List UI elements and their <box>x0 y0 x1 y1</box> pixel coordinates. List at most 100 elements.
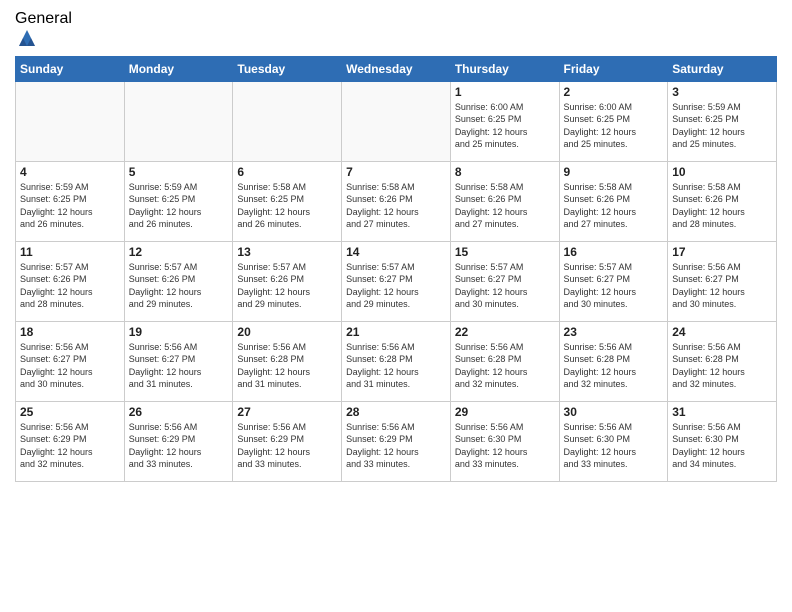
day-info: Sunrise: 5:58 AM Sunset: 6:26 PM Dayligh… <box>672 181 772 231</box>
calendar-day-cell: 12 Sunrise: 5:57 AM Sunset: 6:26 PM Dayli… <box>124 241 233 321</box>
calendar-day-cell: 9 Sunrise: 5:58 AM Sunset: 6:26 PM Daylig… <box>559 161 668 241</box>
day-info: Sunrise: 5:57 AM Sunset: 6:26 PM Dayligh… <box>129 261 229 311</box>
calendar-day-cell: 31 Sunrise: 5:56 AM Sunset: 6:30 PM Dayli… <box>668 401 777 481</box>
day-info: Sunrise: 5:59 AM Sunset: 6:25 PM Dayligh… <box>129 181 229 231</box>
day-number: 19 <box>129 325 229 339</box>
logo: General <box>15 10 72 48</box>
calendar-day-cell <box>342 81 451 161</box>
weekday-header: Thursday <box>450 56 559 81</box>
calendar-day-cell: 13Sunrise: 5:57 AM Sunset: 6:26 PM Dayli… <box>233 241 342 321</box>
day-number: 24 <box>672 325 772 339</box>
day-number: 30 <box>564 405 664 419</box>
day-info: Sunrise: 5:56 AM Sunset: 6:28 PM Dayligh… <box>346 341 446 391</box>
page-header: General <box>15 10 777 48</box>
day-number: 12 <box>129 245 229 259</box>
day-number: 10 <box>672 165 772 179</box>
weekday-header: Saturday <box>668 56 777 81</box>
calendar-day-cell <box>124 81 233 161</box>
calendar-day-cell: 20Sunrise: 5:56 AM Sunset: 6:28 PM Dayli… <box>233 321 342 401</box>
calendar-day-cell: 17Sunrise: 5:56 AM Sunset: 6:27 PM Dayli… <box>668 241 777 321</box>
day-number: 15 <box>455 245 555 259</box>
day-info: Sunrise: 5:56 AM Sunset: 6:30 PM Dayligh… <box>564 421 664 471</box>
day-info: Sunrise: 5:56 AM Sunset: 6:29 PM Dayligh… <box>237 421 337 471</box>
calendar-day-cell: 15 Sunrise: 5:57 AM Sunset: 6:27 PM Dayli… <box>450 241 559 321</box>
calendar-day-cell: 4Sunrise: 5:59 AM Sunset: 6:25 PM Daylig… <box>16 161 125 241</box>
day-number: 22 <box>455 325 555 339</box>
day-info: Sunrise: 5:59 AM Sunset: 6:25 PM Dayligh… <box>672 101 772 151</box>
calendar-day-cell: 5Sunrise: 5:59 AM Sunset: 6:25 PM Daylig… <box>124 161 233 241</box>
calendar-day-cell: 3 Sunrise: 5:59 AM Sunset: 6:25 PM Daylig… <box>668 81 777 161</box>
day-number: 8 <box>455 165 555 179</box>
calendar-week-row: 4Sunrise: 5:59 AM Sunset: 6:25 PM Daylig… <box>16 161 777 241</box>
day-info: Sunrise: 5:57 AM Sunset: 6:27 PM Dayligh… <box>564 261 664 311</box>
weekday-header: Monday <box>124 56 233 81</box>
calendar-day-cell: 26 Sunrise: 5:56 AM Sunset: 6:29 PM Dayli… <box>124 401 233 481</box>
calendar-day-cell: 6Sunrise: 5:58 AM Sunset: 6:25 PM Daylig… <box>233 161 342 241</box>
day-number: 23 <box>564 325 664 339</box>
day-number: 25 <box>20 405 120 419</box>
calendar-day-cell: 21 Sunrise: 5:56 AM Sunset: 6:28 PM Dayli… <box>342 321 451 401</box>
calendar-day-cell: 18 Sunrise: 5:56 AM Sunset: 6:27 PM Dayli… <box>16 321 125 401</box>
page-container: General SundayMondayTuesdayWednesdayThur… <box>0 0 792 612</box>
calendar-day-cell: 2Sunrise: 6:00 AM Sunset: 6:25 PM Daylig… <box>559 81 668 161</box>
calendar-week-row: 25 Sunrise: 5:56 AM Sunset: 6:29 PM Dayli… <box>16 401 777 481</box>
day-info: Sunrise: 5:56 AM Sunset: 6:29 PM Dayligh… <box>346 421 446 471</box>
weekday-header: Wednesday <box>342 56 451 81</box>
day-number: 18 <box>20 325 120 339</box>
calendar-table: SundayMondayTuesdayWednesdayThursdayFrid… <box>15 56 777 482</box>
day-info: Sunrise: 5:56 AM Sunset: 6:27 PM Dayligh… <box>20 341 120 391</box>
day-number: 6 <box>237 165 337 179</box>
calendar-day-cell <box>233 81 342 161</box>
day-number: 21 <box>346 325 446 339</box>
day-info: Sunrise: 5:57 AM Sunset: 6:27 PM Dayligh… <box>346 261 446 311</box>
calendar-day-cell: 7Sunrise: 5:58 AM Sunset: 6:26 PM Daylig… <box>342 161 451 241</box>
day-number: 3 <box>672 85 772 99</box>
day-number: 9 <box>564 165 664 179</box>
calendar-day-cell: 22 Sunrise: 5:56 AM Sunset: 6:28 PM Dayli… <box>450 321 559 401</box>
day-number: 27 <box>237 405 337 419</box>
day-number: 14 <box>346 245 446 259</box>
calendar-day-cell: 14 Sunrise: 5:57 AM Sunset: 6:27 PM Dayli… <box>342 241 451 321</box>
day-info: Sunrise: 5:56 AM Sunset: 6:30 PM Dayligh… <box>672 421 772 471</box>
day-number: 16 <box>564 245 664 259</box>
weekday-header: Friday <box>559 56 668 81</box>
day-info: Sunrise: 5:56 AM Sunset: 6:27 PM Dayligh… <box>672 261 772 311</box>
calendar-day-cell: 19 Sunrise: 5:56 AM Sunset: 6:27 PM Dayli… <box>124 321 233 401</box>
calendar-day-cell: 10 Sunrise: 5:58 AM Sunset: 6:26 PM Dayli… <box>668 161 777 241</box>
logo-icon <box>17 28 37 48</box>
calendar-day-cell: 30 Sunrise: 5:56 AM Sunset: 6:30 PM Dayli… <box>559 401 668 481</box>
calendar-day-cell: 28 Sunrise: 5:56 AM Sunset: 6:29 PM Dayli… <box>342 401 451 481</box>
day-info: Sunrise: 6:00 AM Sunset: 6:25 PM Dayligh… <box>455 101 555 151</box>
day-info: Sunrise: 5:56 AM Sunset: 6:29 PM Dayligh… <box>20 421 120 471</box>
calendar-day-cell: 1Sunrise: 6:00 AM Sunset: 6:25 PM Daylig… <box>450 81 559 161</box>
calendar-day-cell: 8 Sunrise: 5:58 AM Sunset: 6:26 PM Daylig… <box>450 161 559 241</box>
calendar-day-cell: 27 Sunrise: 5:56 AM Sunset: 6:29 PM Dayli… <box>233 401 342 481</box>
day-info: Sunrise: 5:57 AM Sunset: 6:26 PM Dayligh… <box>20 261 120 311</box>
day-number: 26 <box>129 405 229 419</box>
calendar-day-cell: 11 Sunrise: 5:57 AM Sunset: 6:26 PM Dayli… <box>16 241 125 321</box>
day-info: Sunrise: 5:57 AM Sunset: 6:26 PM Dayligh… <box>237 261 337 311</box>
calendar-week-row: 1Sunrise: 6:00 AM Sunset: 6:25 PM Daylig… <box>16 81 777 161</box>
day-info: Sunrise: 5:56 AM Sunset: 6:28 PM Dayligh… <box>564 341 664 391</box>
day-info: Sunrise: 5:57 AM Sunset: 6:27 PM Dayligh… <box>455 261 555 311</box>
day-info: Sunrise: 6:00 AM Sunset: 6:25 PM Dayligh… <box>564 101 664 151</box>
logo-text: General <box>15 10 72 48</box>
calendar-day-cell: 24 Sunrise: 5:56 AM Sunset: 6:28 PM Dayli… <box>668 321 777 401</box>
day-number: 28 <box>346 405 446 419</box>
day-number: 7 <box>346 165 446 179</box>
calendar-header-row: SundayMondayTuesdayWednesdayThursdayFrid… <box>16 56 777 81</box>
calendar-day-cell <box>16 81 125 161</box>
calendar-day-cell: 25 Sunrise: 5:56 AM Sunset: 6:29 PM Dayli… <box>16 401 125 481</box>
logo-general: General <box>15 10 72 28</box>
day-info: Sunrise: 5:56 AM Sunset: 6:30 PM Dayligh… <box>455 421 555 471</box>
calendar-day-cell: 29Sunrise: 5:56 AM Sunset: 6:30 PM Dayli… <box>450 401 559 481</box>
day-info: Sunrise: 5:58 AM Sunset: 6:26 PM Dayligh… <box>564 181 664 231</box>
day-info: Sunrise: 5:56 AM Sunset: 6:27 PM Dayligh… <box>129 341 229 391</box>
day-info: Sunrise: 5:56 AM Sunset: 6:28 PM Dayligh… <box>672 341 772 391</box>
day-number: 11 <box>20 245 120 259</box>
day-number: 31 <box>672 405 772 419</box>
weekday-header: Tuesday <box>233 56 342 81</box>
day-info: Sunrise: 5:58 AM Sunset: 6:26 PM Dayligh… <box>455 181 555 231</box>
day-info: Sunrise: 5:56 AM Sunset: 6:28 PM Dayligh… <box>455 341 555 391</box>
day-info: Sunrise: 5:56 AM Sunset: 6:29 PM Dayligh… <box>129 421 229 471</box>
